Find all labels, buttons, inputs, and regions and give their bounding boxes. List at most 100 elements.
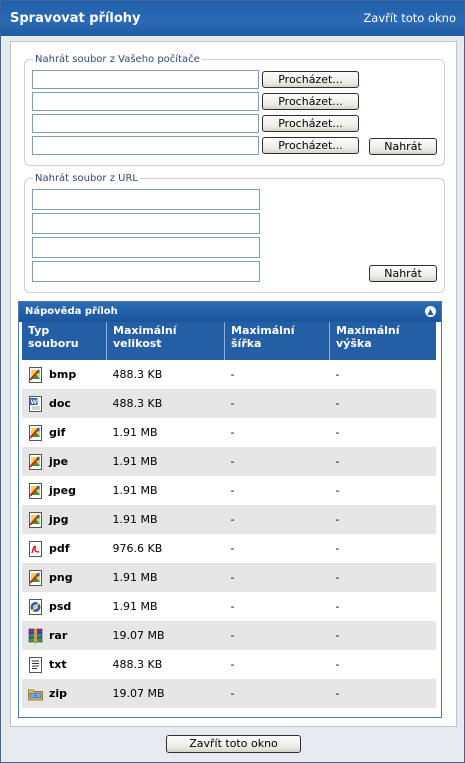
image-file-icon: [28, 569, 43, 586]
file-type-row: gif 1.91 MB - -: [22, 418, 436, 447]
max-height-cell: -: [329, 447, 436, 476]
text-file-icon: [28, 656, 43, 673]
max-width-cell: -: [230, 658, 235, 671]
max-size-cell: 19.07 MB: [106, 621, 225, 650]
max-height-cell: -: [335, 368, 340, 381]
pdf-file-icon: [28, 540, 43, 557]
file-type-cell: gif: [22, 418, 107, 447]
max-width-cell: -: [224, 505, 330, 534]
max-height-cell: -: [335, 542, 340, 555]
max-width-cell: -: [230, 542, 235, 555]
collapse-icon[interactable]: ▲: [425, 306, 436, 317]
url-input-4[interactable]: [32, 261, 260, 282]
file-type-row: jpe 1.91 MB - -: [22, 447, 436, 476]
file-type-cell: png: [22, 563, 107, 592]
browse-button-4[interactable]: Procházet...: [262, 137, 359, 154]
max-width-cell: -: [230, 484, 235, 497]
window-title: Spravovat přílohy: [10, 11, 141, 26]
file-type-cell: jpe: [22, 447, 107, 476]
file-type-row: zip 19.07 MB - -: [22, 679, 436, 708]
max-size-cell: 1.91 MB: [112, 600, 158, 613]
max-width-cell: -: [224, 679, 330, 708]
file-type-row: jpg 1.91 MB - -: [22, 505, 436, 534]
max-height-cell: -: [329, 679, 436, 708]
upload-local-button[interactable]: Nahrát: [369, 138, 437, 155]
browse-button-3[interactable]: Procházet...: [262, 115, 359, 132]
max-width-cell: -: [230, 426, 235, 439]
file-type-row: pdf 976.6 KB - -: [22, 534, 436, 563]
max-size-cell: 1.91 MB: [106, 563, 225, 592]
upload-url-legend: Nahrát soubor z URL: [35, 173, 138, 184]
file-type-label: pdf: [49, 542, 70, 555]
max-width-cell: -: [224, 563, 330, 592]
max-height-cell: -: [329, 389, 436, 418]
help-title: Nápověda příloh: [25, 306, 118, 317]
file-input-3[interactable]: [32, 114, 259, 133]
file-type-cell: txt: [22, 650, 107, 679]
close-window-button[interactable]: Zavřít toto okno: [166, 735, 301, 753]
file-type-label: bmp: [49, 368, 77, 381]
file-type-label: doc: [49, 397, 71, 410]
file-type-label: rar: [49, 629, 68, 642]
max-size-cell: 488.3 KB: [112, 658, 163, 671]
col-header-width: Maximální šířka: [224, 322, 330, 360]
manage-attachments-window: Spravovat přílohy Zavřít toto okno Nahrá…: [0, 0, 465, 763]
max-width-cell: -: [230, 600, 235, 613]
help-header[interactable]: Nápověda příloh ▲: [19, 302, 441, 322]
word-document-icon: W: [28, 395, 43, 412]
col-header-height: Maximální výška: [329, 322, 436, 360]
max-width-cell: -: [224, 621, 330, 650]
file-type-cell: pdf: [22, 534, 107, 563]
file-type-cell: jpg: [22, 505, 107, 534]
file-type-row: Wdoc 488.3 KB - -: [22, 389, 436, 418]
max-height-cell: -: [335, 484, 340, 497]
file-input-2[interactable]: [32, 92, 259, 111]
url-input-1[interactable]: [32, 189, 260, 210]
image-file-icon: [28, 424, 43, 441]
max-size-cell: 1.91 MB: [106, 505, 225, 534]
max-size-cell: 488.3 KB: [106, 389, 225, 418]
close-window-link[interactable]: Zavřít toto okno: [363, 11, 456, 25]
max-height-cell: -: [329, 563, 436, 592]
svg-text:W: W: [31, 399, 38, 406]
file-type-label: png: [49, 571, 73, 584]
file-type-row: txt 488.3 KB - -: [22, 650, 436, 679]
max-size-cell: 1.91 MB: [106, 447, 225, 476]
file-type-cell: zip: [22, 679, 107, 708]
archive-rar-icon: [28, 628, 43, 644]
file-type-cell: jpeg: [22, 476, 107, 505]
image-file-icon: [28, 482, 43, 499]
upload-local-legend: Nahrát soubor z Vašeho počítače: [35, 54, 200, 65]
max-height-cell: -: [335, 658, 340, 671]
max-size-cell: 488.3 KB: [112, 368, 163, 381]
file-input-1[interactable]: [32, 70, 259, 89]
zip-folder-icon: [28, 686, 43, 702]
col-header-type: Typ souboru: [22, 322, 107, 360]
browse-button-1[interactable]: Procházet...: [262, 71, 359, 88]
max-size-cell: 1.91 MB: [112, 484, 158, 497]
title-bar: Spravovat přílohy Zavřít toto okno: [1, 1, 464, 36]
max-height-cell: -: [335, 600, 340, 613]
image-file-icon: [28, 511, 43, 528]
max-height-cell: -: [335, 426, 340, 439]
file-type-cell: bmp: [22, 360, 107, 389]
col-header-size: Maximální velikost: [106, 322, 225, 360]
max-width-cell: -: [224, 389, 330, 418]
max-width-cell: -: [224, 447, 330, 476]
file-type-cell: psd: [22, 592, 107, 621]
file-type-label: gif: [49, 426, 66, 439]
max-size-cell: 1.91 MB: [112, 426, 158, 439]
file-type-label: zip: [49, 687, 68, 700]
file-type-row: jpeg 1.91 MB - -: [22, 476, 436, 505]
file-input-4[interactable]: [32, 136, 259, 155]
url-input-3[interactable]: [32, 237, 260, 258]
upload-url-button[interactable]: Nahrát: [369, 265, 437, 282]
file-type-row: psd 1.91 MB - -: [22, 592, 436, 621]
photoshop-file-icon: [28, 598, 43, 615]
url-input-2[interactable]: [32, 213, 260, 234]
image-file-icon: [28, 453, 43, 470]
file-type-label: txt: [49, 658, 67, 671]
file-type-cell: rar: [22, 621, 107, 650]
file-type-cell: Wdoc: [22, 389, 107, 418]
browse-button-2[interactable]: Procházet...: [262, 93, 359, 110]
